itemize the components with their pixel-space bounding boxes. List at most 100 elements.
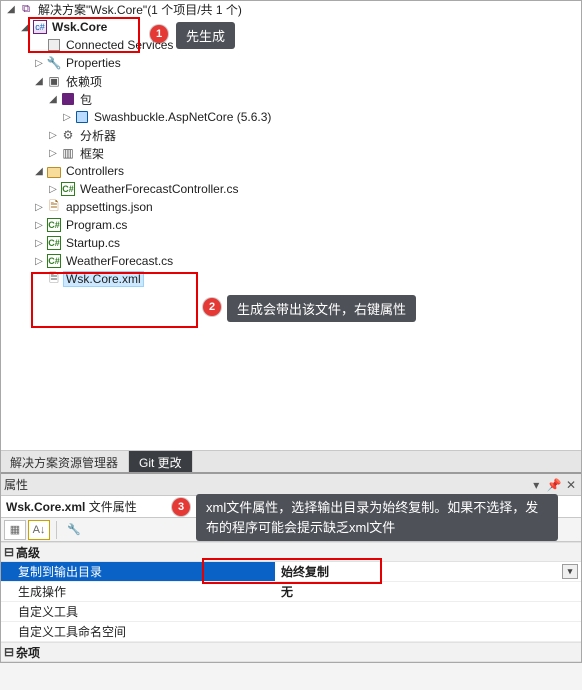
cs-file-icon: C# [46, 253, 62, 269]
analyzers-icon: ⚙ [60, 127, 76, 143]
expander-icon[interactable] [18, 22, 32, 33]
project-node[interactable]: c# Wsk.Core [0, 18, 581, 36]
prop-value-text: 始终复制 [281, 563, 329, 580]
cs-file-icon: C# [46, 235, 62, 251]
properties-subtitle: Wsk.Core.xml 文件属性 3 xml文件属性，选择输出目录为始终复制。… [0, 496, 582, 518]
row-custom-tool[interactable]: 自定义工具 [0, 602, 582, 622]
controllers-folder-node[interactable]: Controllers [0, 162, 581, 180]
annotation-marker-3: 3 [172, 498, 190, 516]
cs-file-icon: C# [46, 217, 62, 233]
frameworks-icon: ▥ [60, 145, 76, 161]
row-build-action[interactable]: 生成操作 无 [0, 582, 582, 602]
wskcore-xml-node[interactable]: 🗎 Wsk.Core.xml [0, 270, 581, 288]
node-label: 分析器 [78, 127, 118, 144]
properties-subject-kind: 文件属性 [89, 498, 137, 515]
weatherforecast-node[interactable]: C# WeatherForecast.cs [0, 252, 581, 270]
prop-name: 生成操作 [0, 582, 275, 601]
expander-icon[interactable] [32, 58, 46, 69]
tab-git-changes[interactable]: Git 更改 [129, 451, 193, 472]
annotation-marker-2: 2 [203, 298, 221, 316]
expander-icon[interactable] [32, 166, 46, 177]
prop-name: 复制到输出目录 [0, 562, 275, 581]
pin-icon[interactable]: 📌 [547, 478, 561, 492]
properties-grid: ⊟ 高级 复制到输出目录 始终复制 ▾ 生成操作 无 自定义工具 自定义工具命名… [0, 542, 582, 662]
expander-icon[interactable] [4, 4, 18, 15]
node-label: Startup.cs [64, 236, 122, 250]
properties-panel: 属性 ▾ 📌 ✕ Wsk.Core.xml 文件属性 3 xml文件属性，选择输… [0, 472, 582, 690]
dependencies-icon: ▣ [46, 73, 62, 89]
solution-label: 解决方案"Wsk.Core"(1 个项目/共 1 个) [36, 1, 244, 18]
node-label: appsettings.json [64, 200, 155, 214]
expander-icon[interactable] [32, 202, 46, 213]
node-label: WeatherForecastController.cs [78, 182, 241, 196]
wrench-icon: 🔧 [46, 55, 62, 71]
category-label: 高级 [16, 544, 40, 561]
row-copy-to-output[interactable]: 复制到输出目录 始终复制 ▾ [0, 562, 582, 582]
node-label: Program.cs [64, 218, 129, 232]
expander-icon[interactable] [60, 112, 74, 123]
dropdown-icon[interactable]: ▾ [562, 564, 578, 579]
node-label: Swashbuckle.AspNetCore (5.6.3) [92, 110, 273, 124]
expander-icon[interactable] [46, 94, 60, 105]
json-file-icon: 🗎 [46, 199, 62, 215]
analyzers-node[interactable]: ⚙ 分析器 [0, 126, 581, 144]
xml-file-icon: 🗎 [46, 271, 62, 287]
annotation-marker-1: 1 [150, 25, 168, 43]
annotation-tip-3: xml文件属性，选择输出目录为始终复制。如果不选择，发布的程序可能会提示缺乏xm… [196, 494, 558, 541]
weather-controller-node[interactable]: C# WeatherForecastController.cs [0, 180, 581, 198]
packages-node[interactable]: 包 [0, 90, 581, 108]
connected-services-icon [46, 37, 62, 53]
solution-icon: ⧉ [18, 1, 34, 17]
prop-value[interactable] [275, 622, 582, 641]
node-label: Wsk.Core.xml [64, 272, 143, 286]
node-label: WeatherForecast.cs [64, 254, 175, 268]
folder-icon [46, 163, 62, 179]
frameworks-node[interactable]: ▥ 框架 [0, 144, 581, 162]
property-pages-button[interactable]: 🔧 [63, 520, 85, 540]
properties-titlebar: 属性 ▾ 📌 ✕ [0, 474, 582, 496]
expander-icon[interactable] [32, 256, 46, 267]
expander-icon[interactable] [32, 76, 46, 87]
node-label: 框架 [78, 145, 106, 162]
expander-icon[interactable] [46, 148, 60, 159]
solution-explorer-tabs: 解决方案资源管理器 Git 更改 [0, 450, 582, 472]
prop-value[interactable]: 始终复制 ▾ [275, 562, 582, 581]
dependencies-node[interactable]: ▣ 依赖项 [0, 72, 581, 90]
properties-subject-name: Wsk.Core.xml [6, 500, 85, 514]
prop-name: 自定义工具命名空间 [0, 622, 275, 641]
prop-name: 自定义工具 [0, 602, 275, 621]
project-label: Wsk.Core [50, 20, 109, 34]
tab-solution-explorer[interactable]: 解决方案资源管理器 [0, 451, 129, 472]
category-label: 杂项 [16, 644, 40, 661]
expander-icon[interactable] [32, 238, 46, 249]
startup-node[interactable]: C# Startup.cs [0, 234, 581, 252]
categorize-button[interactable]: ▦ [4, 520, 26, 540]
solution-node[interactable]: ⧉ 解决方案"Wsk.Core"(1 个项目/共 1 个) [0, 0, 581, 18]
category-advanced[interactable]: ⊟ 高级 [0, 542, 582, 562]
cs-file-icon: C# [60, 181, 76, 197]
prop-value[interactable]: 无 [275, 582, 582, 601]
dropdown-icon[interactable]: ▾ [529, 478, 543, 492]
package-folder-icon [60, 91, 76, 107]
expander-icon[interactable] [46, 184, 60, 195]
properties-node[interactable]: 🔧 Properties [0, 54, 581, 72]
appsettings-node[interactable]: 🗎 appsettings.json [0, 198, 581, 216]
expander-icon[interactable] [46, 130, 60, 141]
collapse-icon[interactable]: ⊟ [4, 645, 16, 659]
category-misc[interactable]: ⊟ 杂项 [0, 642, 582, 662]
node-label: Properties [64, 56, 123, 70]
node-label: 包 [78, 91, 94, 108]
row-custom-tool-namespace[interactable]: 自定义工具命名空间 [0, 622, 582, 642]
properties-title: 属性 [4, 476, 28, 493]
expander-icon[interactable] [32, 220, 46, 231]
connected-services-node[interactable]: Connected Services [0, 36, 581, 54]
prop-value[interactable] [275, 602, 582, 621]
alphabetical-button[interactable]: A↓ [28, 520, 50, 540]
swashbuckle-node[interactable]: Swashbuckle.AspNetCore (5.6.3) [0, 108, 581, 126]
collapse-icon[interactable]: ⊟ [4, 545, 16, 559]
program-node[interactable]: C# Program.cs [0, 216, 581, 234]
solution-explorer-panel: ⧉ 解决方案"Wsk.Core"(1 个项目/共 1 个) c# Wsk.Cor… [0, 0, 582, 450]
close-icon[interactable]: ✕ [564, 478, 578, 492]
annotation-tip-2: 生成会带出该文件，右键属性 [227, 295, 416, 322]
nuget-package-icon [74, 109, 90, 125]
